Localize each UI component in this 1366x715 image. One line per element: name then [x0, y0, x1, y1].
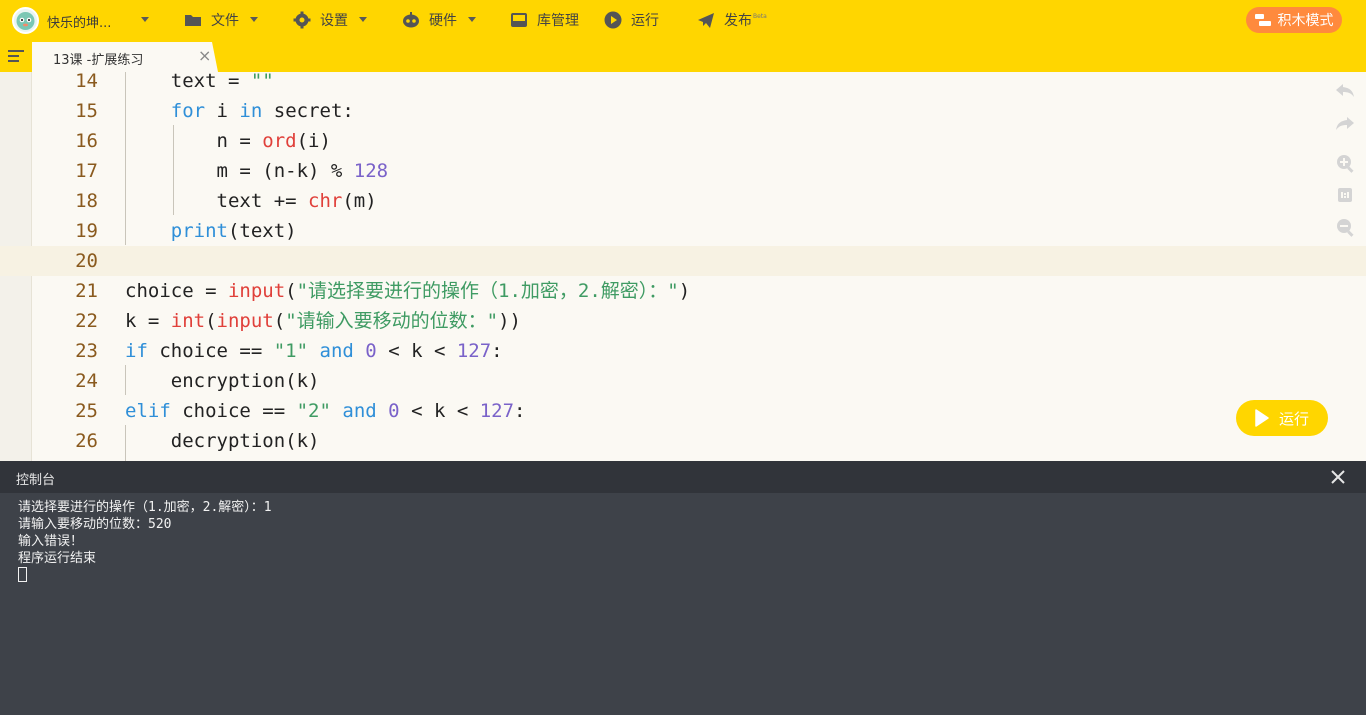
user-name[interactable]: 快乐的坤... — [47, 12, 111, 31]
code-line-16[interactable]: 16 n = ord(i) — [0, 126, 1366, 156]
line-number: 15 — [75, 100, 98, 122]
code-line-17[interactable]: 17 m = (n-k) % 128 — [0, 156, 1366, 186]
block-mode-label: 积木模式 — [1277, 13, 1334, 29]
robot-icon — [403, 12, 419, 28]
line-number: 17 — [75, 160, 98, 182]
avatar-face-icon — [16, 12, 35, 30]
close-icon[interactable] — [1329, 468, 1347, 486]
code-text: choice = input("请选择要进行的操作（1.加密，2.解密）：") — [125, 280, 691, 302]
play-icon — [1255, 409, 1269, 427]
paper-plane-icon — [698, 13, 714, 28]
code-text: if choice == "1" and 0 < k < 127: — [125, 340, 503, 362]
menu-settings[interactable]: 设置 — [292, 10, 348, 30]
code-text: m = (n-k) % 128 — [125, 160, 389, 182]
code-line-21[interactable]: 21 choice = input("请选择要进行的操作（1.加密，2.解密）：… — [0, 276, 1366, 306]
code-line-14[interactable]: 14 text = "" — [0, 72, 1366, 96]
menu-hardware-label: 硬件 — [429, 13, 457, 29]
line-number: 19 — [75, 220, 98, 242]
menu-settings-caret-icon[interactable] — [359, 17, 367, 22]
line-number: 24 — [75, 370, 98, 392]
code-line-26[interactable]: 26 decryption(k) — [0, 426, 1366, 456]
code-text: decryption(k) — [125, 430, 320, 452]
line-number: 14 — [75, 72, 98, 92]
undo-icon[interactable] — [1334, 80, 1356, 102]
menu-file[interactable]: 文件 — [183, 10, 239, 30]
console-panel: 控制台 请选择要进行的操作（1.加密，2.解密）：1 请输入要移动的位数：520 输… — [0, 461, 1366, 715]
code-line-15[interactable]: 15 for i in secret: — [0, 96, 1366, 126]
code-text: k = int(input("请输入要移动的位数：")) — [125, 310, 521, 332]
redo-icon[interactable] — [1334, 113, 1356, 135]
console-output[interactable]: 请选择要进行的操作（1.加密，2.解密）：1 请输入要移动的位数：520 输入错误！… — [18, 499, 272, 584]
menu-bar: 快乐的坤... 文件 设置 硬件 库管理 运行 发布 Beta 积木模式 — [0, 0, 1366, 40]
zoom-reset-icon[interactable] — [1334, 184, 1356, 206]
code-text: elif choice == "2" and 0 < k < 127: — [125, 400, 526, 422]
code-line-20[interactable]: 20 — [0, 246, 1366, 276]
line-number: 26 — [75, 430, 98, 452]
console-line: 输入错误！ — [18, 534, 84, 549]
gear-icon — [293, 11, 311, 29]
blocks-icon — [1254, 14, 1271, 26]
menu-run[interactable]: 运行 — [603, 10, 659, 30]
library-icon — [511, 13, 527, 27]
code-line-24[interactable]: 24 encryption(k) — [0, 366, 1366, 396]
user-avatar[interactable] — [12, 7, 39, 34]
top-bar: 快乐的坤... 文件 设置 硬件 库管理 运行 发布 Beta 积木模式 13课… — [0, 0, 1366, 72]
line-number: 23 — [75, 340, 98, 362]
line-number: 22 — [75, 310, 98, 332]
code-text: text = "" — [125, 72, 274, 92]
console-header: 控制台 — [0, 461, 1366, 493]
line-number: 21 — [75, 280, 98, 302]
code-text: n = ord(i) — [125, 130, 331, 152]
menu-library[interactable]: 库管理 — [509, 10, 579, 30]
block-mode-button[interactable]: 积木模式 — [1246, 7, 1342, 33]
menu-hardware-caret-icon[interactable] — [468, 17, 476, 22]
code-line-25[interactable]: 25 elif choice == "2" and 0 < k < 127: — [0, 396, 1366, 426]
menu-publish-label: 发布 — [724, 13, 752, 29]
run-button[interactable]: 运行 — [1236, 400, 1328, 436]
code-text: for i in secret: — [170, 100, 354, 122]
play-circle-icon — [604, 11, 622, 29]
menu-file-caret-icon[interactable] — [250, 17, 258, 22]
menu-run-label: 运行 — [631, 13, 659, 29]
code-line-22[interactable]: 22 k = int(input("请输入要移动的位数：")) — [0, 306, 1366, 336]
console-line: 程序运行结束 — [18, 551, 97, 566]
code-line-18[interactable]: 18 text += chr(m) — [0, 186, 1366, 216]
menu-settings-label: 设置 — [320, 13, 348, 29]
code-text: encryption(k) — [125, 370, 320, 392]
code-line-19[interactable]: 19 print(text) — [0, 216, 1366, 246]
run-button-label: 运行 — [1278, 409, 1309, 428]
line-number: 25 — [75, 400, 98, 422]
console-line: 请输入要移动的位数：520 — [18, 517, 172, 532]
menu-hardware[interactable]: 硬件 — [401, 10, 457, 30]
folder-icon — [185, 15, 201, 26]
user-dropdown-caret-icon[interactable] — [141, 17, 149, 22]
console-title: 控制台 — [16, 473, 56, 488]
code-text: text += chr(m) — [125, 190, 377, 212]
menu-publish[interactable]: 发布 Beta — [696, 10, 767, 30]
tab-13-lesson[interactable]: 13课 -扩展练习 × — [32, 42, 218, 72]
code-text: print(text) — [170, 220, 297, 242]
menu-library-label: 库管理 — [537, 13, 579, 29]
console-cursor[interactable] — [18, 567, 272, 584]
tab-label: 13课 -扩展练习 — [53, 53, 144, 68]
zoom-out-icon[interactable] — [1334, 216, 1356, 238]
tab-close-icon[interactable]: × — [198, 46, 211, 65]
line-number: 16 — [75, 130, 98, 152]
console-line: 请选择要进行的操作（1.加密，2.解密）：1 — [18, 500, 272, 515]
tab-bar: 13课 -扩展练习 × — [0, 40, 1366, 72]
file-list-menu-icon[interactable] — [8, 49, 24, 63]
zoom-in-icon[interactable] — [1334, 152, 1356, 174]
code-editor[interactable]: 14 text = "" 15 for i in secret: 16 n = … — [0, 72, 1366, 461]
code-line-23[interactable]: 23 if choice == "1" and 0 < k < 127: — [0, 336, 1366, 366]
line-number: 18 — [75, 190, 98, 212]
menu-file-label: 文件 — [211, 13, 239, 29]
line-number: 20 — [75, 250, 98, 272]
beta-badge: Beta — [753, 12, 767, 20]
